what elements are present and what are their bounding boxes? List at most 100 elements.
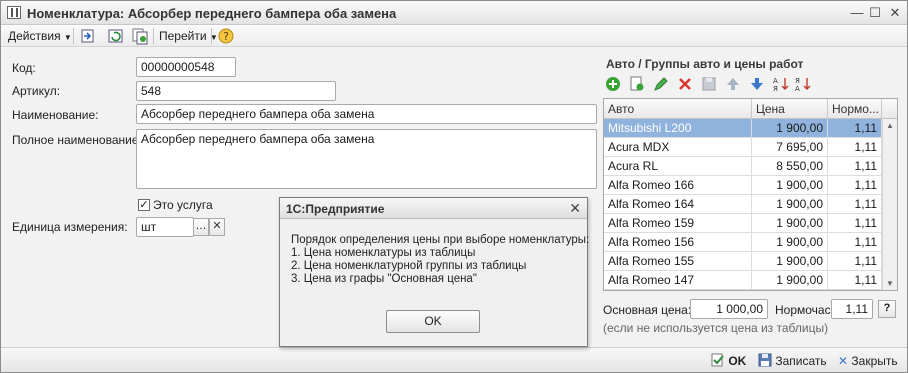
sort-descending-icon[interactable]: ЯA <box>794 75 812 93</box>
norm-hour-label: Нормочас: <box>775 303 834 317</box>
cell-auto: Mitsubishi L200 <box>604 119 752 138</box>
copy-to-list-icon[interactable] <box>79 27 97 45</box>
save-command-label: Записать <box>775 354 827 368</box>
auto-prices-title: Авто / Группы авто и цены работ <box>606 57 804 71</box>
edit-pencil-icon[interactable] <box>652 75 670 93</box>
cell-auto: Acura MDX <box>604 138 752 157</box>
move-down-icon[interactable] <box>748 75 766 93</box>
svg-text:A: A <box>795 85 800 93</box>
table-row[interactable]: Acura MDX 7 695,00 1,11 <box>604 138 882 157</box>
unit-label: Единица измерения: <box>12 220 128 234</box>
column-header-price[interactable]: Цена <box>752 99 828 119</box>
cell-price: 1 900,00 <box>752 176 828 195</box>
save-disk-icon <box>700 75 718 93</box>
toolbar-divider <box>73 28 74 44</box>
window-title: Номенклатура: Абсорбер переднего бампера… <box>27 6 397 21</box>
actions-menu[interactable]: Действия ▼ <box>8 28 72 44</box>
copy-document-icon[interactable] <box>131 27 149 45</box>
code-label: Код: <box>12 61 36 75</box>
column-header-auto[interactable]: Авто <box>604 99 752 119</box>
maximize-icon[interactable]: ☐ <box>867 5 883 21</box>
close-icon[interactable]: ✕ <box>887 5 903 21</box>
command-bar: OK Записать ✕ Закрыть <box>1 347 907 372</box>
actions-menu-label: Действия <box>8 29 61 43</box>
table-row[interactable]: Alfa Romeo 164 1 900,00 1,11 <box>604 195 882 214</box>
svg-text:?: ? <box>223 30 229 43</box>
column-header-norm[interactable]: Нормо... <box>828 99 882 119</box>
cell-price: 1 900,00 <box>752 195 828 214</box>
cell-auto: Acura RL <box>604 157 752 176</box>
table-row[interactable]: Alfa Romeo 147 1 900,00 1,11 <box>604 271 882 290</box>
window-app-icon <box>7 6 21 19</box>
cell-price: 1 900,00 <box>752 119 828 138</box>
table-body: Mitsubishi L200 1 900,00 1,11 Acura MDX … <box>604 119 882 290</box>
copy-row-icon[interactable] <box>628 75 646 93</box>
table-scrollbar[interactable]: ▲ ▼ <box>882 119 897 290</box>
minimize-icon[interactable]: — <box>849 5 865 21</box>
dialog-title-bar: 1С:Предприятие ✕ <box>280 198 587 219</box>
toolbar-divider <box>211 28 212 44</box>
scroll-up-icon[interactable]: ▲ <box>883 119 897 133</box>
delete-icon[interactable] <box>676 75 694 93</box>
fullname-field[interactable]: Абсорбер переднего бампера оба замена <box>136 129 597 189</box>
table-row[interactable]: Alfa Romeo 155 1 900,00 1,11 <box>604 252 882 271</box>
refresh-icon[interactable] <box>107 27 125 45</box>
dialog-message: Порядок определения цены при выборе номе… <box>291 234 590 285</box>
cell-auto: Alfa Romeo 164 <box>604 195 752 214</box>
title-bar: Номенклатура: Абсорбер переднего бампера… <box>1 1 907 25</box>
cell-auto: Alfa Romeo 155 <box>604 252 752 271</box>
move-up-icon[interactable] <box>724 75 742 93</box>
service-checkbox[interactable]: ✓ <box>138 199 150 211</box>
name-label: Наименование: <box>12 108 99 122</box>
table-row[interactable]: Mitsubishi L200 1 900,00 1,11 <box>604 119 882 138</box>
main-window: Номенклатура: Абсорбер переднего бампера… <box>0 0 908 373</box>
unit-clear-button[interactable]: ✕ <box>209 218 225 236</box>
cell-norm: 1,11 <box>828 271 882 290</box>
norm-help-button[interactable]: ? <box>878 300 896 318</box>
toolbar-divider <box>153 28 154 44</box>
close-icon[interactable]: ✕ <box>569 200 581 217</box>
cell-price: 1 900,00 <box>752 214 828 233</box>
table-row[interactable]: Alfa Romeo 156 1 900,00 1,11 <box>604 233 882 252</box>
name-field[interactable]: Абсорбер переднего бампера оба замена <box>136 104 597 124</box>
close-command-label: Закрыть <box>851 354 898 368</box>
table-row[interactable]: Alfa Romeo 159 1 900,00 1,11 <box>604 214 882 233</box>
cell-price: 1 900,00 <box>752 252 828 271</box>
norm-hour-field[interactable]: 1,11 <box>831 299 873 319</box>
auto-prices-table[interactable]: Авто Цена Нормо... Mitsubishi L200 1 900… <box>603 98 898 291</box>
cell-price: 1 900,00 <box>752 233 828 252</box>
cell-price: 1 900,00 <box>752 271 828 290</box>
unit-select-button[interactable]: … <box>193 218 209 236</box>
cell-price: 8 550,00 <box>752 157 828 176</box>
base-price-field[interactable]: 1 000,00 <box>690 299 768 319</box>
cell-norm: 1,11 <box>828 138 882 157</box>
sort-ascending-icon[interactable]: AЯ <box>772 75 790 93</box>
table-row[interactable]: Alfa Romeo 166 1 900,00 1,11 <box>604 176 882 195</box>
cell-norm: 1,11 <box>828 195 882 214</box>
add-icon[interactable] <box>604 75 622 93</box>
article-field[interactable]: 548 <box>136 81 336 101</box>
code-field[interactable]: 00000000548 <box>136 57 236 77</box>
ok-check-icon <box>711 353 725 367</box>
fullname-label: Полное наименование: <box>12 133 142 147</box>
scroll-down-icon[interactable]: ▼ <box>883 277 897 290</box>
article-label: Артикул: <box>12 84 61 98</box>
close-command-button[interactable]: ✕ Закрыть <box>838 353 898 369</box>
cell-norm: 1,11 <box>828 214 882 233</box>
table-row[interactable]: Acura RL 8 550,00 1,11 <box>604 157 882 176</box>
cell-auto: Alfa Romeo 147 <box>604 271 752 290</box>
ok-command-button[interactable]: OK <box>711 353 746 369</box>
cell-norm: 1,11 <box>828 176 882 195</box>
cell-price: 7 695,00 <box>752 138 828 157</box>
unit-field[interactable]: шт <box>136 217 194 237</box>
save-command-button[interactable]: Записать <box>758 353 827 369</box>
cell-norm: 1,11 <box>828 119 882 138</box>
dialog-ok-button[interactable]: OK <box>386 310 480 333</box>
cell-norm: 1,11 <box>828 157 882 176</box>
cell-auto: Alfa Romeo 159 <box>604 214 752 233</box>
goto-menu[interactable]: Перейти ▼ <box>159 28 218 44</box>
chevron-down-icon: ▼ <box>63 33 72 42</box>
base-price-label: Основная цена: <box>603 303 692 317</box>
help-icon[interactable]: ? <box>217 27 235 45</box>
cell-norm: 1,11 <box>828 233 882 252</box>
